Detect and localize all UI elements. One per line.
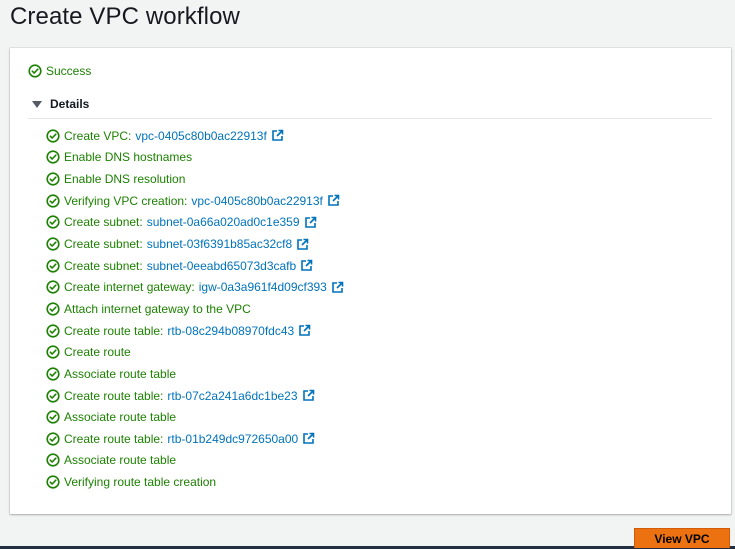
check-circle-icon bbox=[46, 194, 60, 208]
resource-link[interactable]: rtb-01b249dc972650a00 bbox=[167, 432, 298, 446]
resource-link[interactable]: subnet-0eeabd65073d3cafb bbox=[147, 259, 296, 273]
step-label: Verifying VPC creation: bbox=[64, 193, 188, 208]
resource-link[interactable]: vpc-0405c80b0ac22913f bbox=[135, 129, 266, 143]
step-label: Create internet gateway: bbox=[64, 280, 195, 295]
step-label: Associate route table bbox=[64, 366, 177, 381]
resource-link[interactable]: vpc-0405c80b0ac22913f bbox=[191, 194, 322, 208]
step-item: Associate route table bbox=[46, 450, 344, 472]
step-label: Create subnet: bbox=[64, 237, 143, 252]
check-circle-icon bbox=[46, 453, 60, 468]
caret-down-icon bbox=[32, 100, 42, 108]
external-link-icon[interactable] bbox=[298, 324, 311, 337]
step-item: Attach internet gateway to the VPC bbox=[46, 298, 344, 320]
divider bbox=[28, 118, 712, 119]
step-item: Create internet gateway: igw-0a3a961f4d09… bbox=[46, 276, 344, 298]
step-item: Create subnet: subnet-03f6391b85ac32cf8 bbox=[46, 233, 344, 255]
check-circle-icon bbox=[46, 323, 60, 338]
view-vpc-button[interactable]: View VPC bbox=[634, 528, 730, 548]
step-label: Create subnet: bbox=[64, 258, 143, 273]
step-item: Create subnet: subnet-0eeabd65073d3cafb bbox=[46, 255, 344, 277]
external-link-icon[interactable] bbox=[271, 129, 284, 142]
check-circle-icon bbox=[28, 64, 42, 78]
resource-link[interactable]: rtb-07c2a241a6dc1be23 bbox=[167, 389, 297, 403]
external-link-icon[interactable] bbox=[296, 238, 309, 251]
step-label: Create route table: bbox=[64, 388, 164, 403]
step-label: Create route table: bbox=[64, 323, 164, 338]
step-label: Associate route table bbox=[64, 453, 177, 468]
check-circle-icon bbox=[46, 129, 60, 143]
step-label: Attach internet gateway to the VPC bbox=[64, 301, 251, 316]
step-item: Associate route table bbox=[46, 406, 344, 428]
details-toggle[interactable]: Details bbox=[32, 97, 89, 111]
step-item: Create subnet: subnet-0a66a020ad0c1e359 bbox=[46, 212, 344, 234]
step-label: Enable DNS hostnames bbox=[64, 150, 193, 165]
step-label: Create subnet: bbox=[64, 215, 143, 230]
step-item: Create route table: rtb-01b249dc972650a00 bbox=[46, 428, 344, 450]
step-item: Create VPC: vpc-0405c80b0ac22913f bbox=[46, 125, 344, 147]
step-item: Associate route table bbox=[46, 363, 344, 385]
step-label: Associate route table bbox=[64, 410, 177, 425]
page-title: Create VPC workflow bbox=[10, 3, 240, 30]
check-circle-icon bbox=[46, 172, 60, 186]
step-label: Enable DNS resolution bbox=[64, 172, 186, 187]
resource-link[interactable]: subnet-03f6391b85ac32cf8 bbox=[147, 237, 292, 251]
resource-link[interactable]: igw-0a3a961f4d09cf393 bbox=[199, 280, 327, 294]
external-link-icon[interactable] bbox=[331, 281, 344, 294]
check-circle-icon bbox=[46, 410, 60, 424]
step-item: Create route table: rtb-08c294b08970fdc43 bbox=[46, 320, 344, 342]
step-label: Create route table: bbox=[64, 431, 164, 446]
step-item: Verifying route table creation bbox=[46, 471, 344, 493]
check-circle-icon bbox=[46, 432, 60, 446]
step-item: Create route table: rtb-07c2a241a6dc1be23 bbox=[46, 385, 344, 407]
check-circle-icon bbox=[46, 215, 60, 229]
details-label: Details bbox=[50, 97, 90, 111]
external-link-icon[interactable] bbox=[327, 194, 340, 207]
step-item: Enable DNS hostnames bbox=[46, 147, 344, 169]
step-item: Create route bbox=[46, 341, 344, 363]
step-label: Verifying route table creation bbox=[64, 475, 217, 490]
external-link-icon[interactable] bbox=[300, 259, 313, 272]
check-circle-icon bbox=[46, 475, 60, 489]
resource-link[interactable]: subnet-0a66a020ad0c1e359 bbox=[147, 215, 300, 229]
check-circle-icon bbox=[46, 280, 60, 294]
check-circle-icon bbox=[46, 345, 60, 359]
step-item: Verifying VPC creation: vpc-0405c80b0ac22… bbox=[46, 190, 344, 212]
step-item: Enable DNS resolution bbox=[46, 168, 344, 190]
workflow-panel: Success Details Create VPC: vpc-0405c80b0… bbox=[10, 48, 731, 514]
check-circle-icon bbox=[46, 388, 60, 403]
check-circle-icon bbox=[46, 302, 60, 316]
step-label: Create VPC: bbox=[64, 128, 132, 143]
external-link-icon[interactable] bbox=[304, 216, 317, 229]
check-circle-icon bbox=[46, 237, 60, 251]
external-link-icon[interactable] bbox=[302, 389, 315, 402]
external-link-icon[interactable] bbox=[302, 432, 315, 445]
step-label: Create route bbox=[64, 345, 131, 360]
status-label: Success bbox=[46, 64, 92, 78]
status-success: Success bbox=[28, 64, 91, 78]
check-circle-icon bbox=[46, 367, 60, 381]
resource-link[interactable]: rtb-08c294b08970fdc43 bbox=[167, 324, 294, 338]
check-circle-icon bbox=[46, 150, 60, 165]
check-circle-icon bbox=[46, 259, 60, 273]
steps-list: Create VPC: vpc-0405c80b0ac22913f Enable D… bbox=[46, 125, 344, 493]
